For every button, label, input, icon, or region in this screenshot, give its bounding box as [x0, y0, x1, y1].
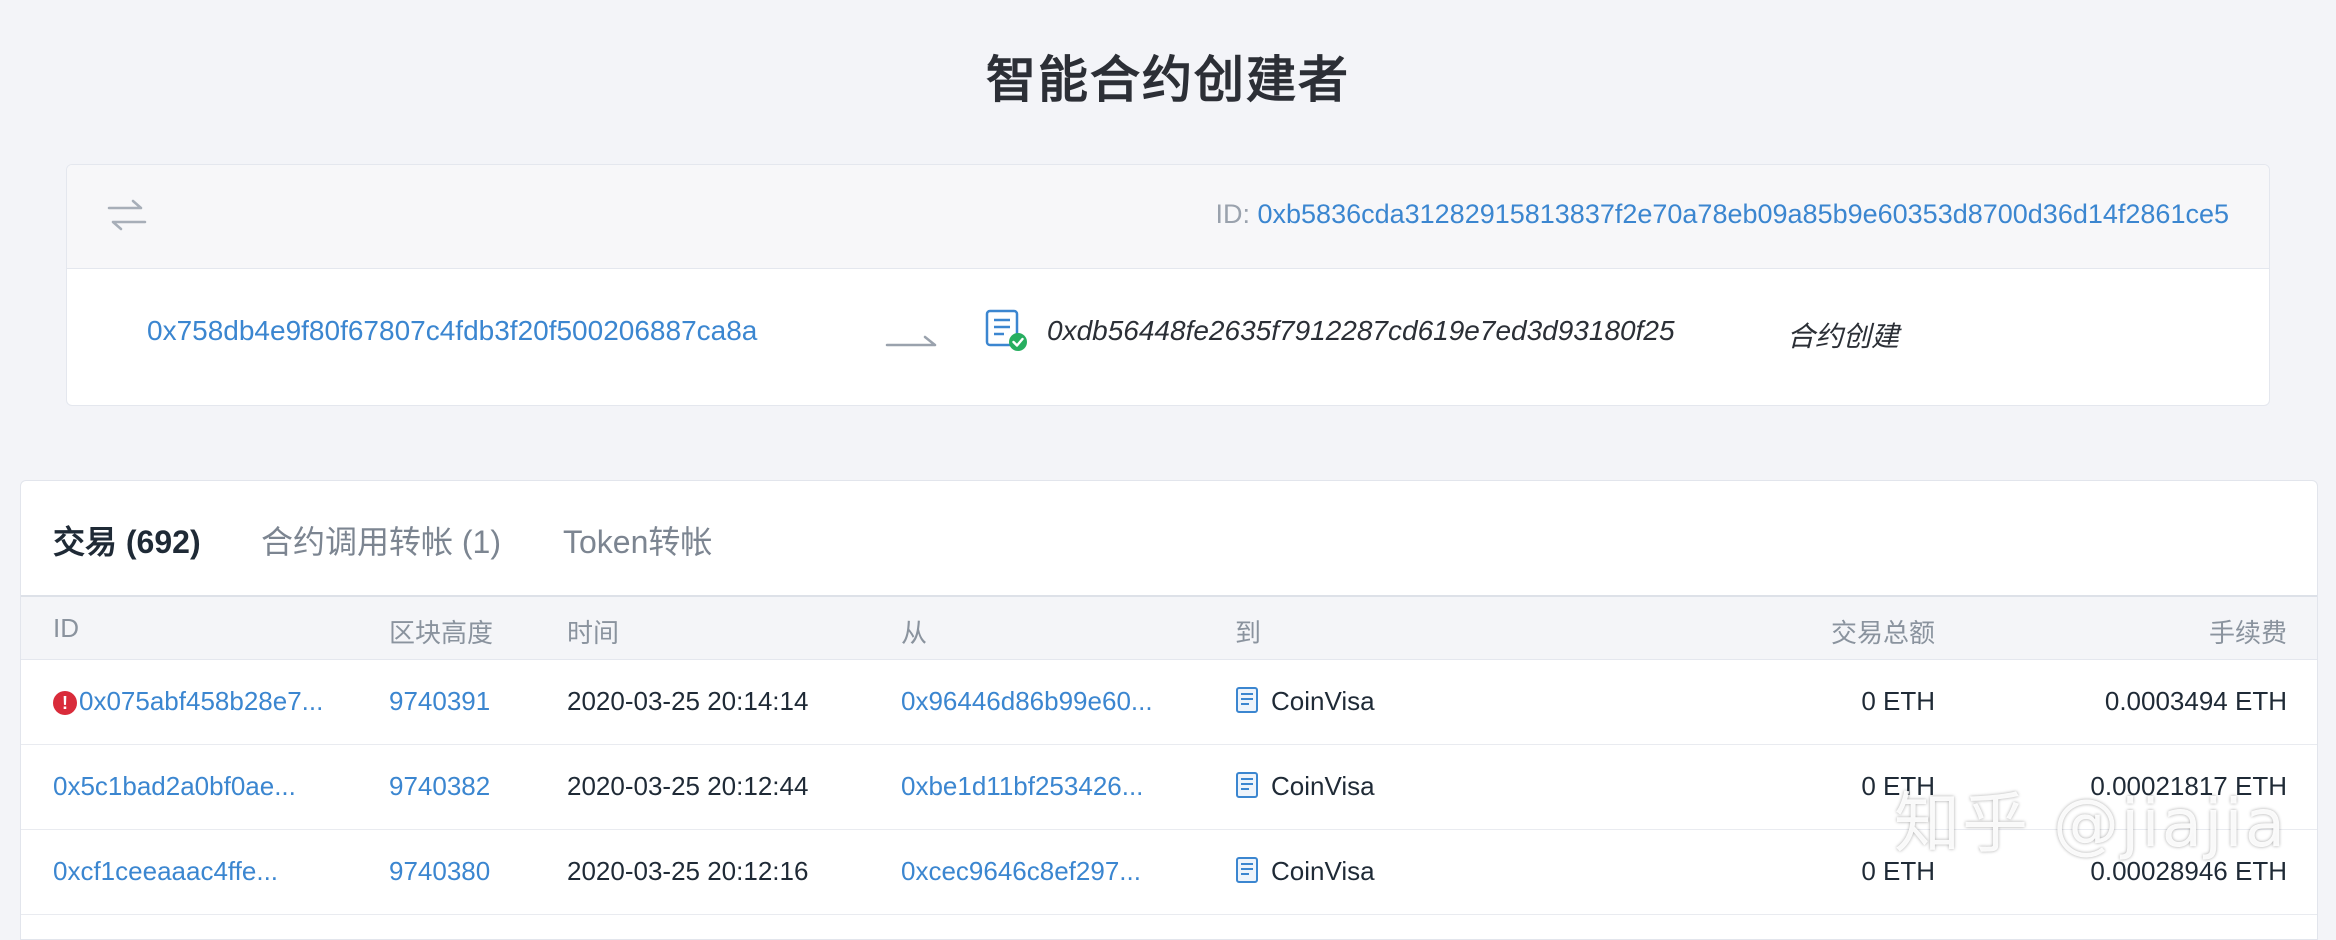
creation-card-header: ID: 0xb5836cda31282915813837f2e70a78eb09… — [67, 165, 2269, 269]
tab-transactions[interactable]: 交易 (692) — [53, 517, 201, 563]
contract-icon — [1236, 857, 1258, 883]
column-header-id: ID — [53, 613, 79, 643]
to-contract-name: CoinVisa — [1271, 856, 1375, 886]
column-header-time: 时间 — [567, 618, 620, 648]
column-header-amount: 交易总额 — [1830, 618, 1935, 648]
page-title: 智能合约创建者 — [986, 52, 1350, 108]
tx-id-link[interactable]: 0xcf1ceeaaac4ffe... — [53, 856, 278, 887]
to-contract[interactable]: CoinVisa — [1235, 856, 1375, 887]
watermark: 知乎 @jiajia — [1894, 785, 2288, 862]
column-header-fee: 手续费 — [2208, 618, 2287, 648]
tx-amount: 0 ETH — [1861, 686, 1935, 716]
contract-address: 0xdb56448fe2635f7912287cd619e7ed3d93180f… — [1047, 315, 1675, 346]
tx-time: 2020-03-25 20:14:14 — [567, 686, 809, 716]
block-height-link[interactable]: 9740380 — [389, 856, 490, 887]
transaction-id: ID: 0xb5836cda31282915813837f2e70a78eb09… — [1215, 199, 2229, 230]
tx-fee: 0.0003494 ETH — [2104, 686, 2287, 716]
right-arrow-icon — [885, 335, 937, 347]
tab-token-transfers[interactable]: Token转帐 — [563, 517, 712, 563]
block-height-link[interactable]: 9740382 — [389, 771, 490, 802]
table-row: ! 0x075abf458b28e7... 9740391 2020-03-25 … — [21, 660, 2317, 745]
creation-card: ID: 0xb5836cda31282915813837f2e70a78eb09… — [66, 164, 2270, 406]
error-icon: ! — [53, 691, 77, 715]
table-header: ID 区块高度 时间 从 到 交易总额 手续费 — [21, 597, 2317, 660]
creation-card-body: 0x758db4e9f80f67807c4fdb3f20f500206887ca… — [67, 269, 2269, 405]
tx-id-link[interactable]: 0x5c1bad2a0bf0ae... — [53, 771, 296, 802]
to-contract-name: CoinVisa — [1271, 686, 1375, 716]
column-header-from: 从 — [901, 618, 928, 648]
to-contract[interactable]: CoinVisa — [1235, 686, 1375, 717]
creator-address-link[interactable]: 0x758db4e9f80f67807c4fdb3f20f500206887ca… — [147, 315, 757, 347]
tab-bar: 交易 (692) 合约调用转帐 (1) Token转帐 — [21, 481, 2317, 597]
column-header-block: 区块高度 — [389, 618, 494, 648]
block-height-link[interactable]: 9740391 — [389, 686, 490, 717]
transaction-type: 合约创建 — [1787, 321, 1900, 352]
transactions-panel: 交易 (692) 合约调用转帐 (1) Token转帐 ID 区块高度 时间 从… — [20, 480, 2318, 940]
from-address-link[interactable]: 0x96446d86b99e60... — [901, 686, 1153, 717]
column-header-to: 到 — [1235, 618, 1262, 648]
tx-time: 2020-03-25 20:12:44 — [567, 771, 809, 801]
tab-contract-call-transfers[interactable]: 合约调用转帐 (1) — [261, 517, 501, 563]
contract-icon — [1236, 687, 1258, 713]
tx-time: 2020-03-25 20:12:16 — [567, 856, 809, 886]
contract-verified-icon — [985, 309, 1027, 351]
contract-icon — [1236, 772, 1258, 798]
transaction-id-label: ID: — [1215, 199, 1250, 229]
from-address-link[interactable]: 0xbe1d11bf253426... — [901, 771, 1143, 802]
from-address-link[interactable]: 0xcec9646c8ef297... — [901, 856, 1141, 887]
tx-id-link[interactable]: ! 0x075abf458b28e7... — [53, 686, 323, 717]
to-contract[interactable]: CoinVisa — [1235, 771, 1375, 802]
transaction-id-link[interactable]: 0xb5836cda31282915813837f2e70a78eb09a85b… — [1258, 199, 2230, 229]
to-contract-name: CoinVisa — [1271, 771, 1375, 801]
tx-id-text: 0x075abf458b28e7... — [79, 686, 324, 716]
swap-arrows-icon — [107, 199, 147, 231]
